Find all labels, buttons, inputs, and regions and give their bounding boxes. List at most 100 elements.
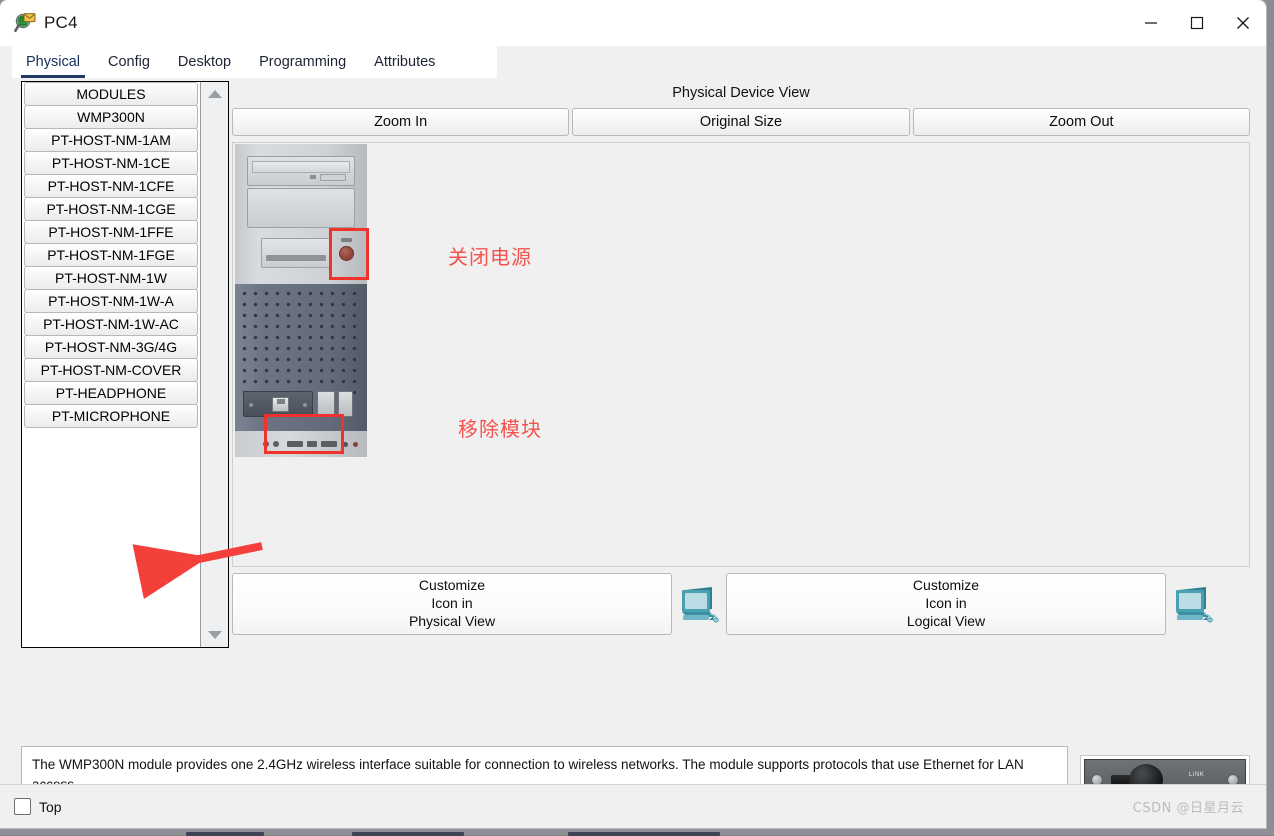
module-label: PT-HOST-NM-1W-AC	[43, 316, 179, 332]
scroll-down-arrow-icon[interactable]	[201, 623, 228, 647]
module-item-wmp300n[interactable]: WMP300N	[24, 105, 198, 129]
tab-desktop[interactable]: Desktop	[164, 46, 245, 78]
top-checkbox-label: Top	[39, 799, 62, 815]
module-label: PT-HOST-NM-1CGE	[46, 201, 175, 217]
module-slot-2[interactable]	[317, 391, 335, 417]
computer-monitor-icon[interactable]	[1166, 573, 1220, 635]
module-label: PT-MICROPHONE	[52, 408, 170, 424]
module-item-1cfe[interactable]: PT-HOST-NM-1CFE	[24, 174, 198, 198]
module-item-1ce[interactable]: PT-HOST-NM-1CE	[24, 151, 198, 175]
original-size-button[interactable]: Original Size	[572, 108, 909, 136]
module-item-3g-4g[interactable]: PT-HOST-NM-3G/4G	[24, 335, 198, 359]
zoom-button-label: Zoom Out	[1049, 114, 1113, 130]
tab-label: Desktop	[178, 54, 231, 70]
module-label: PT-HOST-NM-1FFE	[48, 224, 173, 240]
customize-label-line3: Physical View	[409, 613, 495, 631]
zoom-toolbar: Zoom In Original Size Zoom Out	[232, 108, 1250, 136]
tab-physical[interactable]: Physical	[12, 46, 94, 78]
customize-label-line1: Customize	[419, 577, 485, 595]
module-slot-3[interactable]	[338, 391, 353, 417]
tab-attributes[interactable]: Attributes	[360, 46, 449, 78]
tower-vent-mesh	[239, 288, 363, 395]
maximize-button[interactable]	[1174, 0, 1220, 46]
module-label: PT-HOST-NM-1W	[55, 270, 167, 286]
close-button[interactable]	[1220, 0, 1266, 46]
rear-ports	[263, 440, 349, 448]
module-label: PT-HOST-NM-1CFE	[48, 178, 175, 194]
module-item-1w-a[interactable]: PT-HOST-NM-1W-A	[24, 289, 198, 313]
tab-label: Physical	[26, 54, 80, 70]
rj45-port-icon	[272, 397, 289, 412]
power-button-area[interactable]	[335, 236, 359, 272]
watermark-text: CSDN @日星月云	[1133, 797, 1244, 816]
module-item-headphone[interactable]: PT-HEADPHONE	[24, 381, 198, 405]
tab-label: Config	[108, 54, 150, 70]
minimize-button[interactable]	[1128, 0, 1174, 46]
zoom-button-label: Zoom In	[374, 114, 427, 130]
module-label: PT-HOST-NM-1CE	[52, 155, 170, 171]
modules-list-header: MODULES	[24, 82, 198, 106]
module-label: PT-HOST-NM-1FGE	[47, 247, 175, 263]
modules-list[interactable]: MODULES WMP300N PT-HOST-NM-1AM PT-HOST-N…	[22, 82, 200, 647]
customize-icon-logical-view-button[interactable]: Customize Icon in Logical View	[726, 573, 1166, 635]
taskbar-item	[568, 832, 720, 836]
taskbar-hint	[0, 829, 1274, 835]
power-led-icon	[341, 238, 352, 242]
module-label: PT-HOST-NM-1W-A	[48, 293, 174, 309]
module-item-cover[interactable]: PT-HOST-NM-COVER	[24, 358, 198, 382]
module-item-1am[interactable]: PT-HOST-NM-1AM	[24, 128, 198, 152]
computer-monitor-icon[interactable]	[672, 573, 726, 635]
desktop-background: PC4 Physical Config Desktop Programming …	[0, 0, 1274, 835]
zoom-in-button[interactable]: Zoom In	[232, 108, 569, 136]
top-checkbox[interactable]: Top	[14, 798, 62, 815]
checkbox-icon[interactable]	[14, 798, 31, 815]
module-item-1w-ac[interactable]: PT-HOST-NM-1W-AC	[24, 312, 198, 336]
zoom-out-button[interactable]: Zoom Out	[913, 108, 1250, 136]
modules-scrollbar[interactable]	[200, 82, 228, 647]
device-canvas[interactable]: 关闭电源 移除模块	[232, 142, 1250, 567]
module-label: PT-HOST-NM-COVER	[41, 362, 182, 378]
modules-panel: MODULES WMP300N PT-HOST-NM-1AM PT-HOST-N…	[21, 81, 229, 648]
power-button-icon[interactable]	[339, 246, 354, 261]
device-window: PC4 Physical Config Desktop Programming …	[0, 0, 1266, 828]
packet-tracer-device-icon	[14, 12, 36, 34]
physical-device-view-title: Physical Device View	[232, 78, 1250, 101]
customize-icon-row: Customize Icon in Physical View	[232, 573, 1250, 635]
module-label: PT-HOST-NM-3G/4G	[45, 339, 177, 355]
floppy-drive-bay	[261, 238, 331, 268]
module-label: PT-HEADPHONE	[56, 385, 166, 401]
pc-tower-image[interactable]	[235, 144, 367, 459]
annotation-label-power-off: 关闭电源	[448, 241, 532, 270]
tab-config[interactable]: Config	[94, 46, 164, 78]
optical-drive-bay	[247, 156, 355, 186]
tab-label: Programming	[259, 54, 346, 70]
installed-module-slot[interactable]	[243, 391, 313, 417]
module-item-1w[interactable]: PT-HOST-NM-1W	[24, 266, 198, 290]
window-controls	[1128, 0, 1266, 46]
tab-bar: Physical Config Desktop Programming Attr…	[0, 46, 1266, 78]
module-label: WMP300N	[77, 109, 145, 125]
module-label: PT-HOST-NM-1AM	[51, 132, 171, 148]
customize-label-line2: Icon in	[925, 595, 966, 613]
tower-mid-chassis	[235, 284, 367, 431]
customize-icon-physical-view-button[interactable]: Customize Icon in Physical View	[232, 573, 672, 635]
link-led-label: LINK	[1189, 772, 1204, 778]
zoom-button-label: Original Size	[700, 114, 782, 130]
blank-drive-bay	[247, 188, 355, 228]
tower-upper-chassis	[235, 144, 367, 284]
module-item-1fge[interactable]: PT-HOST-NM-1FGE	[24, 243, 198, 267]
tower-bottom-panel	[235, 431, 367, 457]
annotation-label-remove-module: 移除模块	[458, 413, 542, 442]
module-item-1cge[interactable]: PT-HOST-NM-1CGE	[24, 197, 198, 221]
physical-device-view-area: Physical Device View Zoom In Original Si…	[232, 78, 1250, 635]
module-label: MODULES	[76, 86, 145, 102]
window-titlebar: PC4	[0, 0, 1266, 46]
module-item-microphone[interactable]: PT-MICROPHONE	[24, 404, 198, 428]
scroll-up-arrow-icon[interactable]	[201, 82, 228, 106]
taskbar-item	[186, 832, 264, 836]
module-item-1ffe[interactable]: PT-HOST-NM-1FFE	[24, 220, 198, 244]
tab-strip-filler	[449, 46, 497, 78]
customize-label-line1: Customize	[913, 577, 979, 595]
tab-programming[interactable]: Programming	[245, 46, 360, 78]
customize-label-line3: Logical View	[907, 613, 985, 631]
